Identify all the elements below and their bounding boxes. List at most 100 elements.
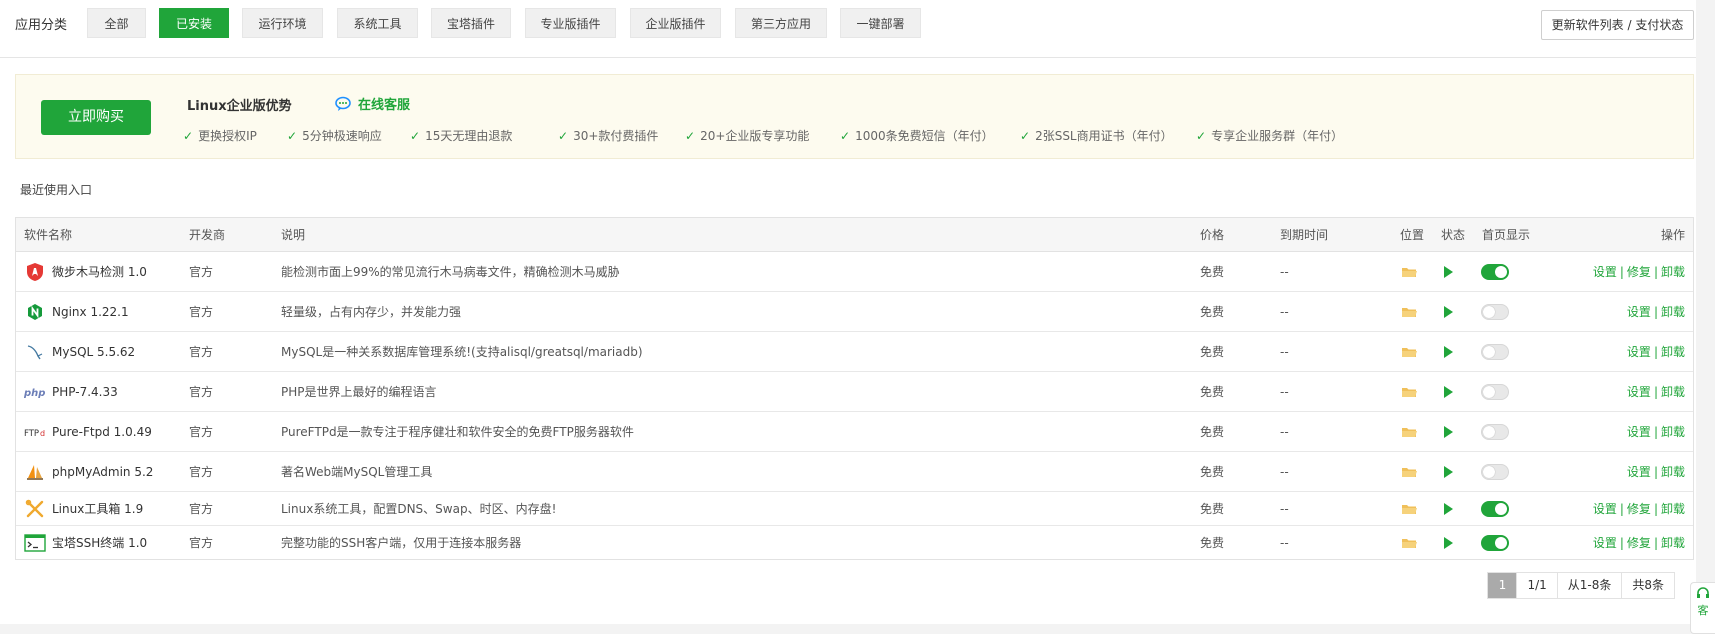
software-name: Pure-Ftpd 1.0.49 bbox=[52, 424, 152, 439]
online-service-link[interactable]: 在线客服 bbox=[334, 94, 410, 113]
tab-one-click-deploy[interactable]: 一键部署 bbox=[840, 8, 921, 38]
settings-link[interactable]: 设置 bbox=[1627, 343, 1651, 360]
headset-icon bbox=[1697, 587, 1709, 598]
tab-system-tools[interactable]: 系统工具 bbox=[337, 8, 418, 38]
settings-link[interactable]: 设置 bbox=[1627, 463, 1651, 480]
name-cell[interactable]: Nginx 1.22.1 bbox=[24, 292, 129, 331]
ops-separator: | bbox=[1653, 264, 1658, 279]
feature-list: ✓ 更换授权IP ✓ 5分钟极速响应 ✓ 15天无理由退款 ✓ 30+款付费插件 ✓ 20… bbox=[183, 127, 1343, 144]
uninstall-link[interactable]: 卸载 bbox=[1661, 263, 1685, 280]
uninstall-link[interactable]: 卸载 bbox=[1661, 463, 1685, 480]
folder-icon[interactable] bbox=[1402, 412, 1417, 451]
ops-separator: | bbox=[1619, 264, 1624, 279]
software-name: Nginx 1.22.1 bbox=[52, 304, 129, 319]
update-software-list-button[interactable]: 更新软件列表 / 支付状态 bbox=[1541, 10, 1694, 40]
homepage-toggle[interactable] bbox=[1481, 452, 1509, 491]
uninstall-link[interactable]: 卸载 bbox=[1661, 383, 1685, 400]
toolbox-icon bbox=[24, 499, 46, 519]
software-name: phpMyAdmin 5.2 bbox=[52, 464, 154, 479]
settings-link[interactable]: 设置 bbox=[1627, 383, 1651, 400]
homepage-toggle[interactable] bbox=[1481, 292, 1509, 331]
play-icon[interactable] bbox=[1444, 452, 1453, 491]
tab-enterprise-plugins[interactable]: 企业版插件 bbox=[630, 8, 721, 38]
uninstall-link[interactable]: 卸载 bbox=[1661, 500, 1685, 517]
name-cell[interactable]: FTP d Pure-Ftpd 1.0.49 bbox=[24, 412, 152, 451]
repair-link[interactable]: 修复 bbox=[1627, 500, 1651, 517]
settings-link[interactable]: 设置 bbox=[1593, 500, 1617, 517]
homepage-toggle[interactable] bbox=[1481, 526, 1509, 559]
play-icon[interactable] bbox=[1444, 332, 1453, 371]
folder-icon[interactable] bbox=[1402, 372, 1417, 411]
play-icon[interactable] bbox=[1444, 372, 1453, 411]
feature-item: ✓ 20+企业版专享功能 bbox=[685, 128, 810, 144]
uninstall-link[interactable]: 卸载 bbox=[1661, 303, 1685, 320]
name-cell[interactable]: MySQL 5.5.62 bbox=[24, 332, 135, 371]
tab-installed[interactable]: 已安装 bbox=[159, 8, 229, 38]
uninstall-link[interactable]: 卸载 bbox=[1661, 343, 1685, 360]
uninstall-link[interactable]: 卸载 bbox=[1661, 534, 1685, 551]
php-icon: php bbox=[24, 382, 46, 402]
settings-link[interactable]: 设置 bbox=[1627, 303, 1651, 320]
tab-bt-plugins[interactable]: 宝塔插件 bbox=[431, 8, 511, 38]
settings-link[interactable]: 设置 bbox=[1593, 263, 1617, 280]
ops-links: 设置 | 修复 | 卸载 bbox=[1593, 252, 1685, 291]
expire-time: -- bbox=[1280, 384, 1289, 399]
tab-third-party[interactable]: 第三方应用 bbox=[735, 8, 827, 38]
ops-links: 设置 | 修复 | 卸载 bbox=[1593, 492, 1685, 525]
play-icon[interactable] bbox=[1444, 292, 1453, 331]
floating-service-button[interactable]: 客 bbox=[1690, 582, 1715, 634]
homepage-toggle[interactable] bbox=[1481, 492, 1509, 525]
description: MySQL是一种关系数据库管理系统!(支持alisql/greatsql/mar… bbox=[281, 345, 643, 359]
repair-link[interactable]: 修复 bbox=[1627, 534, 1651, 551]
terminal-icon bbox=[24, 533, 46, 553]
play-icon[interactable] bbox=[1444, 492, 1453, 525]
name-cell[interactable]: Linux工具箱 1.9 bbox=[24, 492, 143, 525]
name-cell[interactable]: 宝塔SSH终端 1.0 bbox=[24, 526, 147, 559]
name-cell[interactable]: 微步木马检测 1.0 bbox=[24, 252, 147, 291]
tab-pro-plugins[interactable]: 专业版插件 bbox=[525, 8, 616, 38]
settings-link[interactable]: 设置 bbox=[1593, 534, 1617, 551]
page-total: 共8条 bbox=[1621, 573, 1674, 598]
header-price: 价格 bbox=[1200, 228, 1225, 242]
play-icon[interactable] bbox=[1444, 526, 1453, 559]
developer: 官方 bbox=[189, 265, 214, 279]
folder-icon[interactable] bbox=[1402, 452, 1417, 491]
software-name: 微步木马检测 1.0 bbox=[52, 265, 147, 279]
folder-icon[interactable] bbox=[1402, 252, 1417, 291]
page-current[interactable]: 1 bbox=[1488, 573, 1517, 598]
folder-icon[interactable] bbox=[1402, 332, 1417, 371]
ops-separator: | bbox=[1653, 464, 1658, 479]
description: PureFTPd是一款专注于程序健壮和软件安全的免费FTP服务器软件 bbox=[281, 425, 634, 439]
description: 完整功能的SSH客户端，仅用于连接本服务器 bbox=[281, 536, 522, 550]
settings-link[interactable]: 设置 bbox=[1627, 423, 1651, 440]
folder-icon[interactable] bbox=[1402, 526, 1417, 559]
feature-item: ✓ 2张SSL商用证书（年付） bbox=[1020, 128, 1173, 144]
homepage-toggle[interactable] bbox=[1481, 252, 1509, 291]
price: 免费 bbox=[1200, 265, 1225, 279]
folder-icon[interactable] bbox=[1402, 292, 1417, 331]
buy-now-button[interactable]: 立即购买 bbox=[41, 100, 151, 135]
homepage-toggle[interactable] bbox=[1481, 412, 1509, 451]
feature-item: ✓ 30+款付费插件 bbox=[558, 128, 659, 144]
play-icon[interactable] bbox=[1444, 412, 1453, 451]
uninstall-link[interactable]: 卸载 bbox=[1661, 423, 1685, 440]
folder-icon[interactable] bbox=[1402, 492, 1417, 525]
homepage-toggle[interactable] bbox=[1481, 332, 1509, 371]
tab-all[interactable]: 全部 bbox=[87, 8, 146, 38]
name-cell[interactable]: phpMyAdmin 5.2 bbox=[24, 452, 153, 491]
developer: 官方 bbox=[189, 385, 214, 399]
play-icon[interactable] bbox=[1444, 252, 1453, 291]
ops-separator: | bbox=[1653, 304, 1658, 319]
repair-link[interactable]: 修复 bbox=[1627, 263, 1651, 280]
page-scrollbar[interactable] bbox=[1701, 0, 1715, 582]
table-row: Linux工具箱 1.9 官方 Linux系统工具，配置DNS、Swap、时区、… bbox=[16, 492, 1693, 526]
ops-links: 设置 | 卸载 bbox=[1627, 452, 1685, 491]
expire-time: -- bbox=[1280, 344, 1289, 359]
software-store-page: 应用分类 全部 已安装 运行环境 系统工具 宝塔插件 专业版插件 企业版插件 第… bbox=[0, 0, 1696, 624]
tab-runtime[interactable]: 运行环境 bbox=[242, 8, 323, 38]
price: 免费 bbox=[1200, 502, 1225, 516]
name-cell[interactable]: php PHP-7.4.33 bbox=[24, 372, 118, 411]
homepage-toggle[interactable] bbox=[1481, 372, 1509, 411]
header-expire: 到期时间 bbox=[1280, 228, 1329, 242]
expire-time: -- bbox=[1280, 535, 1289, 550]
